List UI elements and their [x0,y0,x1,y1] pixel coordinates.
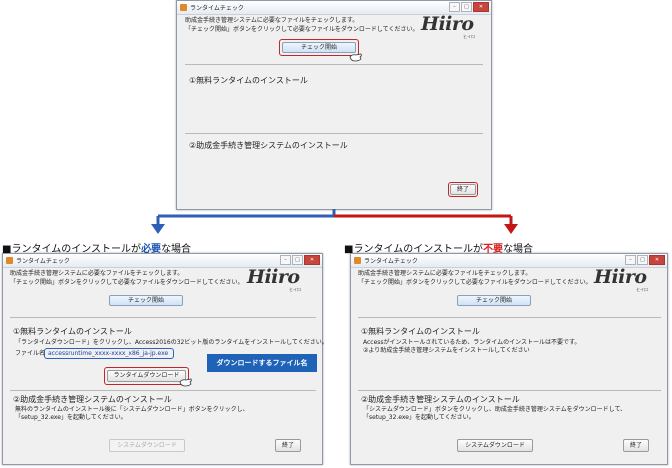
hiiro-logo-sub: ヒイロ [636,287,648,292]
close-icon[interactable]: ✕ [473,2,489,12]
close-icon[interactable]: ✕ [649,255,665,265]
exit-button[interactable]: 終了 [450,184,476,195]
system-download-button[interactable]: システムダウンロード [457,439,533,452]
right-section2-text: 「システムダウンロード」ボタンをクリックし、助成金手続き管理システムをダウンロー… [363,406,626,422]
intro-line: 助成金手続き管理システムに必要なファイルをチェックします。 [185,17,359,24]
filename-label: ファイル名 [15,350,46,357]
runtime-download-button[interactable]: ランタイムダウンロード [107,370,186,382]
top-section1-heading: ①無料ランタイムのインストール [189,76,308,85]
intro-line: 「チェック開始」ボタンをクリックして必要なファイルをダウンロードしてください。 [358,279,592,286]
hiiro-logo: Hiiro [247,266,300,288]
right-window-title: ランタイムチェック [364,258,418,265]
hand-cursor-icon [179,378,192,387]
filename-callout: ダウンロードするファイル名 [207,354,317,372]
hiiro-logo-sub: ヒイロ [463,34,475,39]
intro-line: 助成金手続き管理システムに必要なファイルをチェックします。 [358,270,532,277]
section2-line: 無料のランタイムのインストール後に「システムダウンロード」ボタンをクリックし、 [15,406,249,413]
filename-value[interactable]: accessruntime_xxxx-xxxx_x86_ja-jp.exe [48,350,168,357]
left-section1-text: 「ランタイムダウンロード」をクリックし、Access2016の32ビット版のラン… [15,339,328,346]
minimize-icon[interactable]: – [280,255,291,265]
hiiro-logo: Hiiro [594,266,647,288]
left-section2-text: 無料のランタイムのインストール後に「システムダウンロード」ボタンをクリックし、 … [15,406,249,422]
maximize-icon[interactable]: □ [292,255,303,265]
intro-line: 「チェック開始」ボタンをクリックして必要なファイルをダウンロードしてください。 [185,26,419,33]
exit-button[interactable]: 終了 [623,439,649,452]
section1-line: Accessがインストールされているため、ランタイムのインストールは不要です。 [363,339,581,346]
left-section2-heading: ②助成金手続き管理システムのインストール [13,395,172,404]
app-icon [6,257,13,264]
hand-cursor-icon [349,53,362,62]
minimize-icon[interactable]: – [625,255,636,265]
maximize-icon[interactable]: □ [461,2,472,12]
section1-line: ②より助成金手続き管理システムをインストールしてください [363,347,530,354]
top-intro: 助成金手続き管理システムに必要なファイルをチェックします。 「チェック開始」ボタ… [185,16,418,34]
divider [358,317,661,318]
divider [185,133,483,134]
left-window-title: ランタイムチェック [16,258,70,265]
divider [358,390,661,391]
divider [10,317,316,318]
right-intro: 助成金手続き管理システムに必要なファイルをチェックします。 「チェック開始」ボタ… [358,269,591,287]
check-start-button[interactable]: チェック開始 [457,295,531,306]
window-controls: – □ ✕ [280,255,320,265]
window-controls: – □ ✕ [449,2,489,12]
hiiro-logo-sub: ヒイロ [289,287,301,292]
system-download-button[interactable]: システムダウンロード [109,439,185,452]
divider [10,390,316,391]
divider [185,64,483,65]
right-section2-heading: ②助成金手続き管理システムのインストール [361,395,520,404]
intro-line: 助成金手続き管理システムに必要なファイルをチェックします。 [10,270,184,277]
top-section2-heading: ②助成金手続き管理システムのインストール [189,141,348,150]
minimize-icon[interactable]: – [449,2,460,12]
section2-line: 「システムダウンロード」ボタンをクリックし、助成金手続き管理システムをダウンロー… [363,406,627,413]
left-window: ランタイムチェック – □ ✕ 助成金手続き管理システムに必要なファイルをチェックし… [2,253,328,465]
hiiro-logo: Hiiro [421,13,474,35]
section2-line: 「setup_32.exe」を起動してください。 [15,414,127,421]
right-section1-heading: ①無料ランタイムのインストール [361,327,480,336]
exit-button[interactable]: 終了 [275,439,301,452]
top-window-title: ランタイムチェック [190,5,244,12]
right-window: ランタイムチェック – □ ✕ 助成金手続き管理システムに必要なファイルをチェックし… [350,253,668,465]
maximize-icon[interactable]: □ [637,255,648,265]
app-icon [180,4,187,11]
branch-arrows [151,209,518,234]
top-window: ランタイムチェック – □ ✕ 助成金手続き管理システムに必要なファイルをチェックし… [176,0,492,210]
section2-line: 「setup_32.exe」を起動してください。 [363,414,475,421]
window-controls: – □ ✕ [625,255,665,265]
left-intro: 助成金手続き管理システムに必要なファイルをチェックします。 「チェック開始」ボタ… [10,269,243,287]
right-section1-text: Accessがインストールされているため、ランタイムのインストールは不要です。 … [363,339,580,355]
left-section1-heading: ①無料ランタイムのインストール [13,327,132,336]
close-icon[interactable]: ✕ [304,255,320,265]
check-start-button[interactable]: チェック開始 [109,295,183,306]
app-icon [354,257,361,264]
check-start-button[interactable]: チェック開始 [282,42,356,53]
intro-line: 「チェック開始」ボタンをクリックして必要なファイルをダウンロードしてください。 [10,279,244,286]
